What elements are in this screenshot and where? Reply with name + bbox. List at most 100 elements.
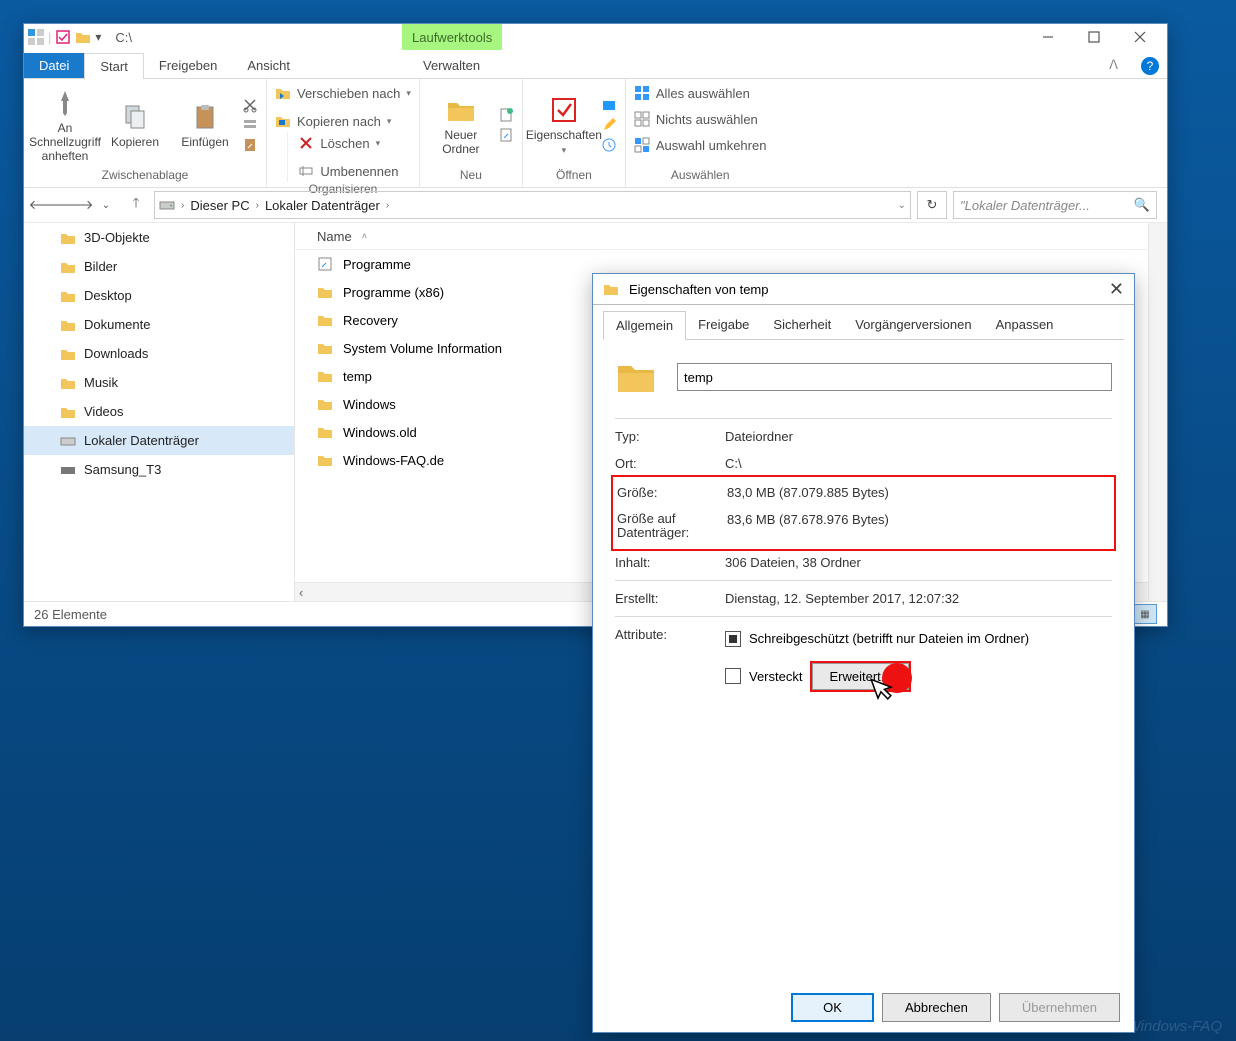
titlebar: | ▾ Laufwerktools C:\: [24, 24, 1167, 50]
close-button[interactable]: [1117, 24, 1163, 50]
properties-dialog: Eigenschaften von temp ✕ Allgemein Freig…: [592, 273, 1135, 1033]
tree-item[interactable]: Videos: [24, 397, 294, 426]
invert-select-button[interactable]: Auswahl umkehren: [634, 134, 767, 156]
maximize-button[interactable]: [1071, 24, 1117, 50]
advanced-button[interactable]: Erweitert...: [812, 663, 908, 690]
tab-general[interactable]: Allgemein: [603, 311, 686, 340]
vertical-scrollbar[interactable]: [1148, 223, 1167, 601]
tab-manage[interactable]: Verwalten: [408, 53, 495, 78]
tree-item[interactable]: Desktop: [24, 281, 294, 310]
delete-button[interactable]: Löschen ▾: [298, 132, 380, 154]
apply-button[interactable]: Übernehmen: [999, 993, 1120, 1022]
tab-view[interactable]: Ansicht: [232, 53, 305, 78]
crumb-drive[interactable]: Lokaler Datenträger: [265, 198, 380, 213]
tab-previous[interactable]: Vorgängerversionen: [843, 311, 983, 339]
collapse-ribbon-icon[interactable]: ᐱ: [1094, 52, 1133, 78]
help-icon[interactable]: ?: [1141, 57, 1159, 75]
qat-overflow-icon[interactable]: ▾: [95, 30, 101, 44]
view-icons-icon[interactable]: ▦: [1133, 604, 1157, 624]
property-tabs: Allgemein Freigabe Sicherheit Vorgängerv…: [603, 311, 1124, 340]
rename-button[interactable]: Umbenennen: [298, 160, 398, 182]
select-all-button[interactable]: Alles auswählen: [634, 82, 750, 104]
address-bar[interactable]: › Dieser PC › Lokaler Datenträger › ⌄: [154, 191, 911, 219]
divider: |: [48, 30, 51, 45]
pin-button[interactable]: An Schnellzugriff anheften: [32, 88, 98, 163]
value-size: 83,0 MB (87.079.885 Bytes): [727, 485, 889, 500]
value-location: C:\: [725, 456, 742, 471]
highlight-size: Größe:83,0 MB (87.079.885 Bytes) Größe a…: [611, 475, 1116, 551]
tree-item[interactable]: Bilder: [24, 252, 294, 281]
value-created: Dienstag, 12. September 2017, 12:07:32: [725, 591, 959, 606]
tab-security[interactable]: Sicherheit: [761, 311, 843, 339]
up-button[interactable]: 🡑: [124, 193, 148, 217]
label-size-on-disk: Größe auf Datenträger:: [617, 512, 727, 541]
tree-item[interactable]: 3D-Objekte: [24, 223, 294, 252]
context-tab-drivetools: Laufwerktools: [402, 24, 502, 50]
recent-dropdown[interactable]: ⌄: [94, 193, 118, 217]
new-folder-button[interactable]: Neuer Ordner: [428, 95, 494, 156]
dialog-title: Eigenschaften von temp: [629, 282, 768, 297]
folder-name-input[interactable]: [677, 363, 1112, 391]
label-size: Größe:: [617, 485, 727, 500]
group-select-label: Auswählen: [671, 168, 730, 184]
qat-folder-icon[interactable]: [75, 29, 91, 45]
paste-shortcut-icon[interactable]: [242, 137, 258, 153]
open-icon[interactable]: [601, 97, 617, 113]
crumb-this-pc[interactable]: Dieser PC: [190, 198, 249, 213]
easy-access-icon[interactable]: [498, 127, 514, 143]
value-type: Dateiordner: [725, 429, 793, 444]
readonly-checkbox[interactable]: [725, 631, 741, 647]
qat-properties-icon[interactable]: [55, 29, 71, 45]
move-to-button[interactable]: Verschieben nach ▾: [275, 82, 411, 104]
tree-item[interactable]: Downloads: [24, 339, 294, 368]
group-open-label: Öffnen: [556, 168, 592, 184]
new-item-icon[interactable]: [498, 107, 514, 123]
back-button[interactable]: 🡐: [34, 193, 58, 217]
readonly-label: Schreibgeschützt (betrifft nur Dateien i…: [749, 631, 1029, 646]
edit-icon[interactable]: [601, 117, 617, 133]
watermark: Windows-FAQ: [1127, 1018, 1222, 1035]
tree-item[interactable]: Dokumente: [24, 310, 294, 339]
group-new-label: Neu: [460, 168, 482, 184]
ribbon: An Schnellzugriff anheften Kopieren Einf…: [24, 79, 1167, 188]
navbar: 🡐 🡒 ⌄ 🡑 › Dieser PC › Lokaler Datenträge…: [24, 188, 1167, 223]
tree-item-selected[interactable]: Lokaler Datenträger: [24, 426, 294, 455]
select-none-button[interactable]: Nichts auswählen: [634, 108, 758, 130]
cancel-button[interactable]: Abbrechen: [882, 993, 991, 1022]
group-clipboard-label: Zwischenablage: [102, 168, 189, 184]
tab-file[interactable]: Datei: [24, 53, 84, 78]
refresh-button[interactable]: ↻: [917, 191, 947, 219]
crumb-sep-icon[interactable]: ›: [256, 200, 259, 211]
tab-start[interactable]: Start: [84, 53, 143, 79]
properties-button[interactable]: Eigenschaften▾: [531, 95, 597, 156]
drive-icon: [159, 197, 175, 213]
label-location: Ort:: [615, 456, 725, 471]
window-title: C:\: [115, 30, 132, 45]
value-size-on-disk: 83,6 MB (87.678.976 Bytes): [727, 512, 889, 541]
hidden-checkbox[interactable]: [725, 668, 741, 684]
ok-button[interactable]: OK: [791, 993, 874, 1022]
tree-item[interactable]: Samsung_T3: [24, 455, 294, 484]
column-header-name[interactable]: Name˄: [295, 223, 1167, 250]
forward-button[interactable]: 🡒: [64, 193, 88, 217]
address-dropdown-icon[interactable]: ⌄: [898, 200, 906, 211]
history-icon[interactable]: [601, 137, 617, 153]
tab-share[interactable]: Freigeben: [144, 53, 233, 78]
tab-customize[interactable]: Anpassen: [984, 311, 1066, 339]
folder-icon: [603, 281, 619, 297]
cut-icon[interactable]: [242, 97, 258, 113]
minimize-button[interactable]: [1025, 24, 1071, 50]
search-icon[interactable]: 🔍: [1134, 197, 1150, 213]
status-count: 26 Elemente: [34, 607, 107, 622]
tab-sharing[interactable]: Freigabe: [686, 311, 761, 339]
close-icon[interactable]: ✕: [1109, 279, 1124, 300]
crumb-sep-icon[interactable]: ›: [386, 200, 389, 211]
search-input[interactable]: "Lokaler Datenträger...🔍: [953, 191, 1157, 219]
folder-icon: [615, 356, 657, 398]
crumb-sep-icon[interactable]: ›: [181, 200, 184, 211]
copy-path-icon[interactable]: [242, 117, 258, 133]
copy-button[interactable]: Kopieren: [102, 102, 168, 149]
tree-item[interactable]: Musik: [24, 368, 294, 397]
copy-to-button[interactable]: Kopieren nach ▾: [275, 110, 391, 132]
paste-button[interactable]: Einfügen: [172, 102, 238, 149]
